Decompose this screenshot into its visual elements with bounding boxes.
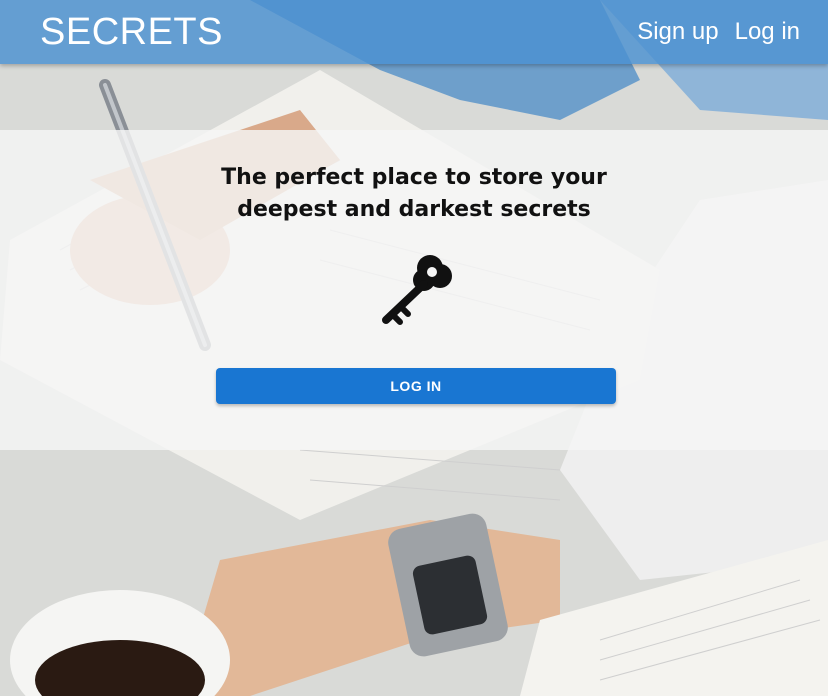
login-link[interactable]: Log in <box>735 18 800 46</box>
brand-logo[interactable]: SECRETS <box>40 11 223 54</box>
login-button[interactable]: LOG IN <box>216 368 616 404</box>
top-navbar: SECRETS Sign up Log in <box>0 0 828 64</box>
hero-panel: The perfect place to store your deepest … <box>0 130 828 450</box>
signup-link[interactable]: Sign up <box>637 18 718 46</box>
nav-links: Sign up Log in <box>637 18 800 46</box>
tagline-line-2: deepest and darkest secrets <box>237 197 591 222</box>
tagline-line-1: The perfect place to store your <box>221 165 607 190</box>
key-icon <box>378 250 456 328</box>
tagline: The perfect place to store your deepest … <box>0 162 828 226</box>
